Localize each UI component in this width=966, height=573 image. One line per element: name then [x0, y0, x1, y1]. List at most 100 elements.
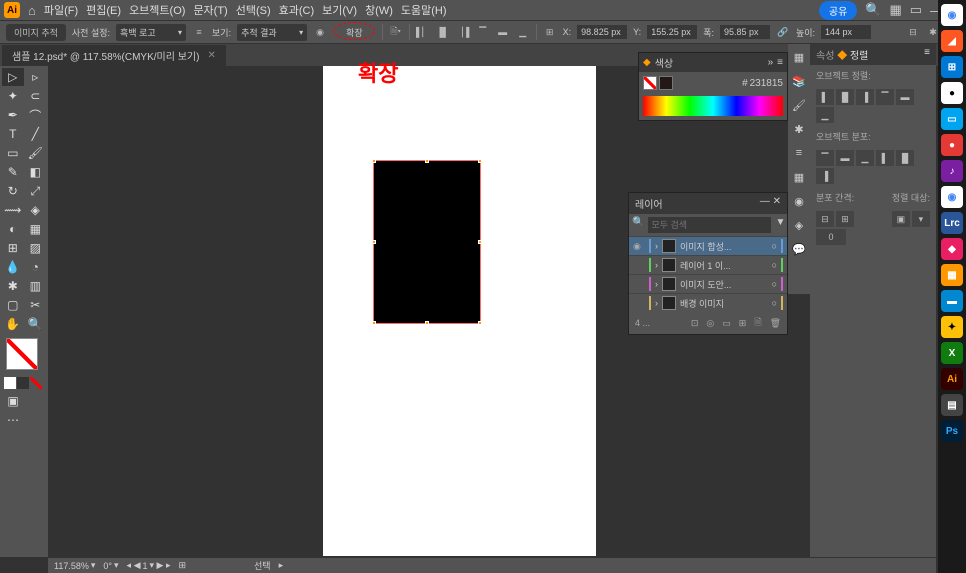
search-icon[interactable]: 🔍 [865, 2, 881, 18]
menu-view[interactable]: 보기(V) [322, 2, 357, 18]
align-to-dropdown[interactable]: ▾ [912, 211, 930, 227]
target-icon[interactable]: ○ [772, 279, 777, 289]
dist-hcenter[interactable]: ▐▌ [896, 150, 914, 166]
layer-row[interactable]: › 배경 이미지 ○ [629, 293, 787, 312]
perspective-tool[interactable]: ▦ [25, 220, 47, 238]
align-vcenter[interactable]: ▬ [896, 89, 914, 105]
taskbar-app[interactable]: ◉ [941, 4, 963, 26]
taskbar-app[interactable]: Lrc [941, 212, 963, 234]
magic-wand-tool[interactable]: ✦ [2, 87, 24, 105]
scale-tool[interactable]: ⤢ [25, 182, 47, 200]
dock-properties-icon[interactable]: ▦ [790, 48, 808, 66]
x-input[interactable]: 98.825 px [577, 25, 627, 39]
dist-v-space[interactable]: ⊟ [816, 211, 834, 227]
expand-icon[interactable]: › [655, 241, 658, 251]
rectangle-tool[interactable]: ▭ [2, 144, 24, 162]
dock-comments-icon[interactable]: 💬 [790, 240, 808, 258]
zoom-dropdown[interactable]: 117.58% ▾ [54, 560, 95, 571]
dist-top[interactable]: ▔ [816, 150, 834, 166]
taskbar-app[interactable]: Ai [941, 368, 963, 390]
taskbar-app[interactable]: ◆ [941, 238, 963, 260]
align-left-icon[interactable]: ▌▏ [416, 25, 430, 39]
fill-stroke-swatch[interactable] [6, 338, 38, 370]
eyedropper-tool[interactable]: 💧 [2, 258, 24, 276]
visibility-icon[interactable]: ◉ [633, 241, 645, 252]
nav-handle-icon[interactable]: ⊞ [178, 560, 186, 571]
handle-bl[interactable] [372, 321, 376, 325]
expand-icon[interactable]: › [655, 260, 658, 270]
artboard[interactable] [323, 66, 596, 556]
align-right[interactable]: ▐ [856, 89, 874, 105]
fill-preview[interactable] [643, 76, 657, 90]
dock-brushes-icon[interactable]: 🖌 [790, 96, 808, 114]
w-input[interactable]: 95.85 px [720, 25, 770, 39]
status-dropdown-icon[interactable]: ▸ [279, 560, 284, 571]
locate-icon[interactable]: ⊡ [691, 318, 699, 329]
color-panel-menu-icon[interactable]: ≡ [777, 57, 783, 68]
edit-toolbar[interactable]: ⋯ [2, 411, 24, 429]
handle-tl[interactable] [372, 159, 376, 163]
blend-tool[interactable]: ◔ [25, 258, 47, 276]
visibility-icon[interactable]: ◉ [313, 25, 327, 39]
setup-icon[interactable]: ⊟ [906, 25, 920, 39]
curvature-tool[interactable]: ⌒ [25, 106, 47, 124]
zoom-tool[interactable]: 🔍 [25, 315, 47, 333]
align-hcenter[interactable]: ▐▌ [836, 89, 854, 105]
free-transform-tool[interactable]: ◈ [25, 201, 47, 219]
tab-close-icon[interactable]: ✕ [207, 50, 215, 61]
stroke-preview[interactable] [659, 76, 673, 90]
taskbar-app[interactable]: ♪ [941, 160, 963, 182]
layers-close-icon[interactable]: ✕ [773, 196, 781, 207]
align-center-icon[interactable]: ▐▌ [436, 25, 450, 39]
target-icon[interactable]: ○ [772, 260, 777, 270]
align-to-selection[interactable]: ▣ [892, 211, 910, 227]
clip-icon[interactable]: ▭ [722, 318, 731, 329]
taskbar-app[interactable]: ◉ [941, 186, 963, 208]
expand-icon[interactable]: › [655, 298, 658, 308]
color-mode-fill[interactable] [4, 377, 16, 389]
dist-bottom[interactable]: ▁ [856, 150, 874, 166]
dock-libraries-icon[interactable]: 📚 [790, 72, 808, 90]
delete-icon[interactable]: 🗑 [770, 318, 781, 329]
image-trace-button[interactable]: 이미지 추적 [6, 24, 66, 41]
expand-icon[interactable]: › [655, 279, 658, 289]
expand-button[interactable]: 확장 [333, 23, 376, 42]
workspace-icon[interactable]: ▦ [890, 2, 902, 18]
tab-align[interactable]: 정렬 [850, 51, 868, 62]
align-left[interactable]: ▌ [816, 89, 834, 105]
hex-value[interactable]: 231815 [750, 78, 783, 89]
handle-tm[interactable] [425, 159, 429, 163]
dock-graphic-styles-icon[interactable]: ◈ [790, 216, 808, 234]
preset-menu-icon[interactable]: ≡ [192, 25, 206, 39]
graph-tool[interactable]: ▥ [25, 277, 47, 295]
y-input[interactable]: 155.25 px [647, 25, 697, 39]
link-icon[interactable]: 🔗 [776, 25, 790, 39]
shape-builder-tool[interactable]: ◐ [2, 220, 24, 238]
rotate-dropdown[interactable]: 0° ▾ [103, 560, 118, 571]
align-mid-icon[interactable]: ▬ [496, 25, 510, 39]
document-tab[interactable]: 샘플 12.psd* @ 117.58%(CMYK/미리 보기) ✕ [2, 45, 226, 66]
panel-menu-icon[interactable]: ≡ [924, 47, 930, 62]
dist-right[interactable]: ▐ [816, 168, 834, 184]
menu-select[interactable]: 선택(S) [236, 2, 271, 18]
gradient-tool[interactable]: ▨ [25, 239, 47, 257]
arrange-icon[interactable]: ▭ [910, 2, 922, 18]
dock-symbols-icon[interactable]: ✱ [790, 120, 808, 138]
direct-selection-tool[interactable]: ▹ [25, 68, 47, 86]
new-sublayer-icon[interactable]: ⊞ [739, 318, 747, 329]
dock-swatches-icon[interactable]: ▦ [790, 168, 808, 186]
layers-collapse-icon[interactable]: — [760, 196, 770, 207]
shaper-tool[interactable]: ✎ [2, 163, 24, 181]
menu-window[interactable]: 창(W) [365, 2, 393, 18]
layer-row[interactable]: › 이미지 도안... ○ [629, 274, 787, 293]
home-icon[interactable]: ⌂ [28, 3, 36, 18]
h-input[interactable]: 144 px [821, 25, 871, 39]
screen-mode-tool[interactable]: ▣ [2, 392, 24, 410]
hand-tool[interactable]: ✋ [2, 315, 24, 333]
handle-ml[interactable] [372, 240, 376, 244]
target-icon[interactable]: ◎ [706, 318, 714, 329]
dist-vcenter[interactable]: ▬ [836, 150, 854, 166]
dist-left[interactable]: ▌ [876, 150, 894, 166]
dock-stroke-icon[interactable]: ≡ [790, 144, 808, 162]
taskbar-app[interactable]: ◢ [941, 30, 963, 52]
